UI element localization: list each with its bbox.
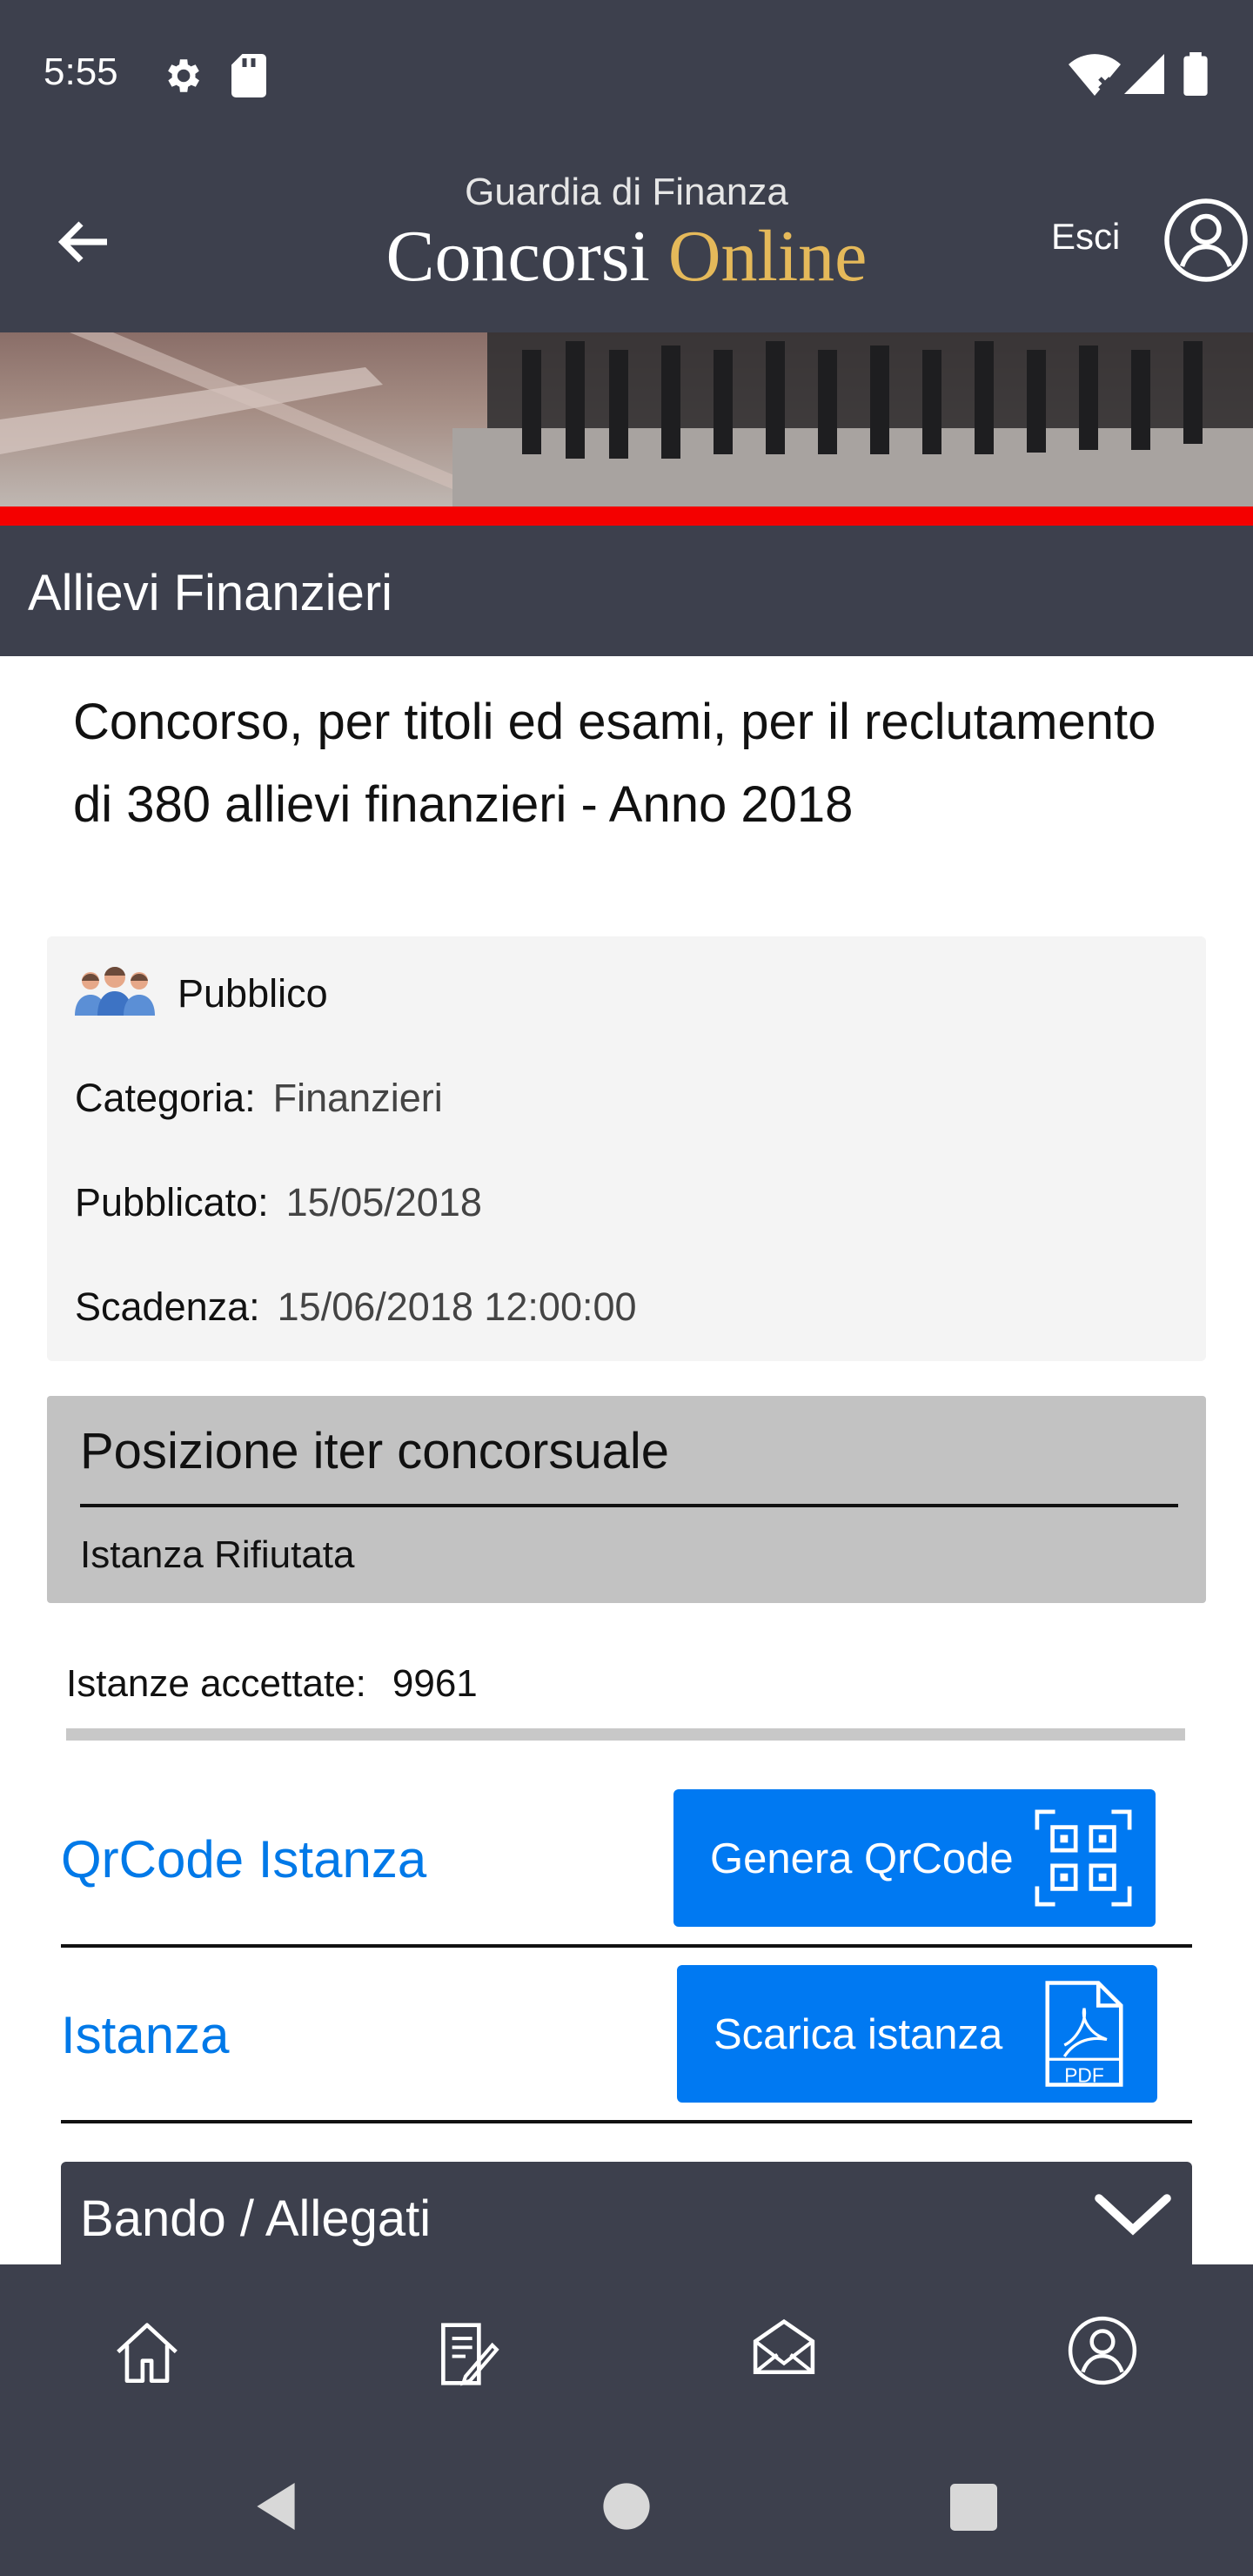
published-value: 15/05/2018 <box>285 1180 482 1224</box>
wifi-icon <box>1069 54 1121 96</box>
sd-card-icon <box>231 54 266 97</box>
brand-subtitle: Guardia di Finanza <box>465 171 788 213</box>
red-accent-band <box>0 506 1253 526</box>
bando-allegati-accordion[interactable]: Bando / Allegati <box>61 2162 1192 2266</box>
position-status-box: Posizione iter concorsuale Istanza Rifiu… <box>47 1396 1206 1603</box>
accepted-count: 9961 <box>392 1662 478 1705</box>
bottom-navigation <box>0 2264 1253 2576</box>
category-value: Finanzieri <box>272 1076 443 1120</box>
accordion-label: Bando / Allegati <box>80 2190 432 2247</box>
system-home-icon[interactable] <box>602 2482 651 2531</box>
generate-qrcode-button[interactable]: Genera QrCode <box>673 1789 1156 1927</box>
download-istanza-label: Scarica istanza <box>714 2011 1003 2058</box>
hero-banner-image <box>0 332 1253 506</box>
generate-qrcode-label: Genera QrCode <box>710 1835 1014 1882</box>
public-group-icon <box>75 966 155 1016</box>
published-row: Pubblicato: 15/05/2018 <box>75 1180 482 1225</box>
battery-icon <box>1183 52 1208 96</box>
category-row: Categoria: Finanzieri <box>75 1076 443 1121</box>
position-status: Istanza Rifiutata <box>80 1533 355 1576</box>
section-title-bar: Allievi Finanzieri <box>0 526 1253 656</box>
qr-code-icon <box>1035 1809 1132 1907</box>
status-bar: 5:55 <box>0 0 1253 148</box>
app-header: Guardia di Finanza Concorsi Online Esci <box>0 148 1253 332</box>
qrcode-row-divider <box>61 1944 1192 1948</box>
system-recents-icon[interactable] <box>950 2484 997 2531</box>
visibility-label: Pubblico <box>178 971 328 1016</box>
pdf-icon: PDF <box>1045 1981 1123 2087</box>
accepted-divider <box>66 1728 1185 1741</box>
position-divider <box>80 1504 1178 1507</box>
settings-icon <box>168 59 199 92</box>
deadline-row: Scadenza: 15/06/2018 12:00:00 <box>75 1285 637 1330</box>
competition-info-card: Pubblico Categoria: Finanzieri Pubblicato… <box>47 936 1206 1361</box>
accepted-count-row: Istanze accettate: 9961 <box>66 1662 478 1706</box>
competition-description: Concorso, per titoli ed esami, per il re… <box>73 694 1156 833</box>
brand-main-o: O <box>667 216 721 297</box>
deadline-label: Scadenza: <box>75 1285 260 1329</box>
user-profile-icon[interactable] <box>1163 197 1250 284</box>
section-title: Allievi Finanzieri <box>28 565 393 621</box>
document-sign-icon[interactable] <box>430 2318 501 2390</box>
mail-icon[interactable] <box>747 2315 821 2390</box>
download-istanza-button[interactable]: Scarica istanza PDF <box>677 1965 1157 2103</box>
brand-main-prefix: Concorsi <box>385 216 668 297</box>
deadline-value: 15/06/2018 12:00:00 <box>277 1285 637 1329</box>
published-label: Pubblicato: <box>75 1180 269 1224</box>
istanza-row-label: Istanza <box>61 2006 230 2064</box>
istanza-row-divider <box>61 2120 1192 2123</box>
user-icon[interactable] <box>1067 2315 1138 2386</box>
qrcode-row-label: QrCode Istanza <box>61 1830 427 1888</box>
brand-main-suffix: nline <box>720 216 868 297</box>
signal-icon <box>1124 54 1164 94</box>
accepted-label: Istanze accettate: <box>66 1662 366 1705</box>
home-icon[interactable] <box>111 2318 183 2390</box>
marching-troops-image <box>0 332 1253 506</box>
category-label: Categoria: <box>75 1076 256 1120</box>
position-title: Posizione iter concorsuale <box>80 1423 670 1479</box>
chevron-down-icon <box>1095 2194 1171 2236</box>
status-time: 5:55 <box>44 50 118 93</box>
system-back-icon[interactable] <box>252 2480 299 2532</box>
logout-button[interactable]: Esci <box>1051 216 1120 258</box>
pdf-icon-text: PDF <box>1064 2063 1104 2086</box>
